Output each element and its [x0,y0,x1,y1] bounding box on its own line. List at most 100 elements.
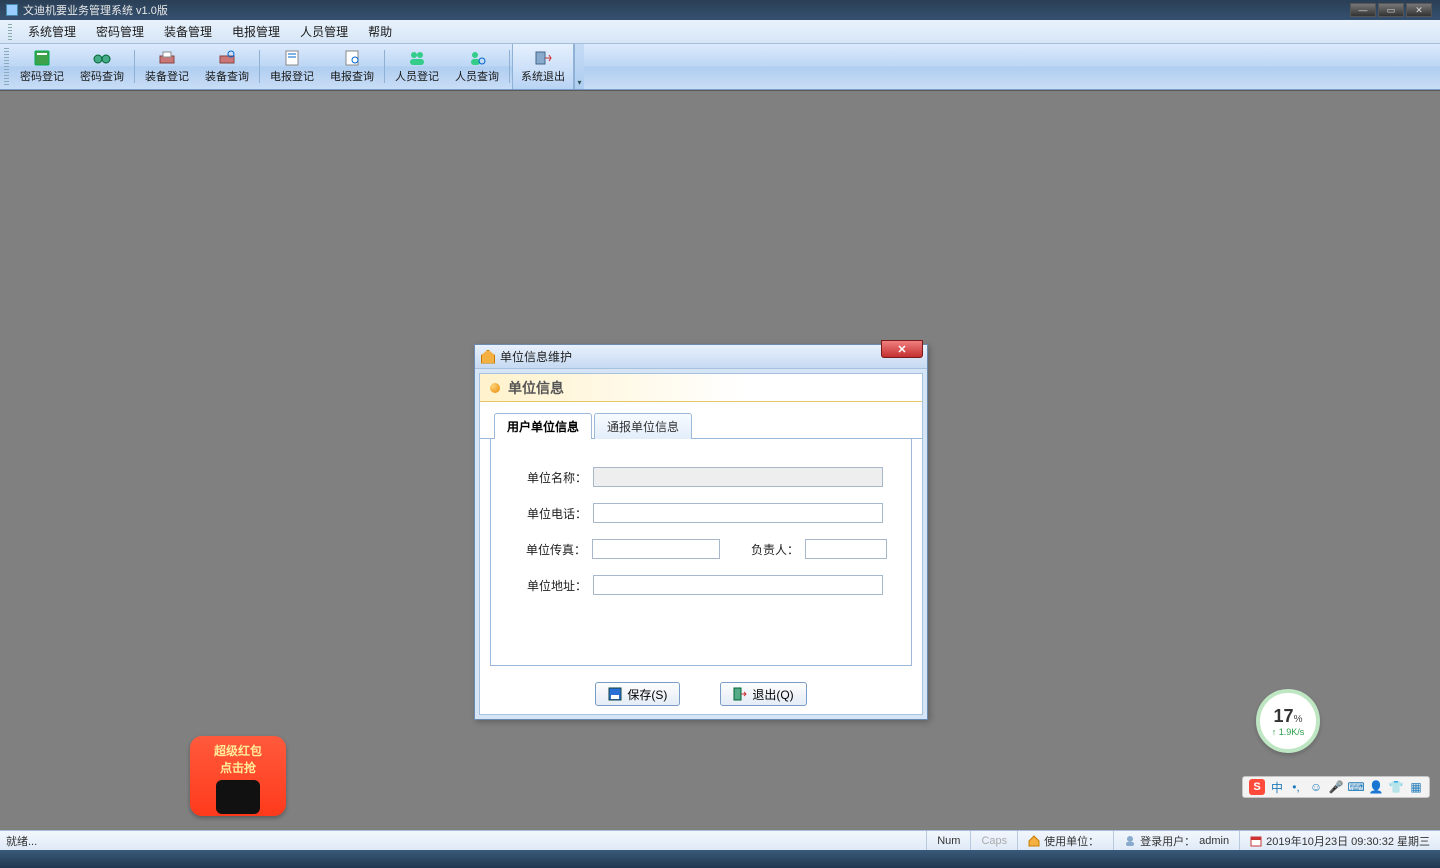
app-title: 文迪机要业务管理系统 v1.0版 [23,2,168,18]
calendar-icon [1250,835,1262,847]
label-leader: 负责人： [732,541,799,558]
menubar-gripper [8,24,12,40]
tb-equipment-register[interactable]: 装备登记 [137,44,197,89]
person-search-icon [467,49,487,67]
dialog-close-button[interactable]: ✕ [881,340,923,358]
ime-tool-icon[interactable]: ▦ [1409,780,1423,794]
exit-button[interactable]: 退出(Q) [720,682,806,706]
people-icon [407,49,427,67]
menu-personnel[interactable]: 人员管理 [290,20,358,43]
status-caps: Caps [970,831,1017,850]
tab-report-unit[interactable]: 通报单位信息 [594,413,692,439]
sogou-logo-icon[interactable]: S [1249,779,1265,795]
status-num: Num [926,831,970,850]
cat-icon [216,780,260,814]
tb-label: 电报查询 [330,68,374,84]
book-icon [32,49,52,67]
ime-mic-icon[interactable]: 🎤 [1329,780,1343,794]
network-speed-widget[interactable]: 17% ↑ 1.9K/s [1256,689,1320,753]
tb-personnel-query[interactable]: 人员查询 [447,44,507,89]
tb-system-exit[interactable]: 系统退出 [512,44,574,89]
label-unit-phone: 单位电话： [515,505,587,522]
unit-info-dialog: 单位信息维护 ✕ 单位信息 用户单位信息 通报单位信息 单位名称： 单位电话： [474,344,928,720]
toolbar-overflow[interactable]: ▾ [574,44,584,89]
menu-password[interactable]: 密码管理 [86,20,154,43]
save-icon [608,687,622,701]
save-label: 保存(S) [627,686,667,703]
promo-ad[interactable]: 超级红包 点击抢 [190,736,286,816]
dialog-body: 单位信息 用户单位信息 通报单位信息 单位名称： 单位电话： 单位传真： 负 [479,373,923,715]
ime-face-icon[interactable]: ☺ [1309,780,1323,794]
status-unit: 使用单位： [1017,831,1113,850]
input-unit-fax[interactable] [592,539,720,559]
statusbar: 就绪... Num Caps 使用单位： 登录用户： admin 2019年10… [0,830,1440,850]
toolbar-separator [259,50,260,83]
ime-lang[interactable]: 中 [1271,779,1283,796]
form-area: 单位名称： 单位电话： 单位传真： 负责人： 单位地址： [490,439,912,666]
toolbar: 密码登记 密码查询 装备登记 装备查询 电报登记 电报查询 人员登记 人员查询 … [0,44,1440,90]
bullet-icon [490,383,500,393]
os-taskbar[interactable] [0,850,1440,868]
net-speed: 1.9K/s [1279,727,1305,737]
toolbar-separator [384,50,385,83]
menu-system[interactable]: 系统管理 [18,20,86,43]
tb-label: 密码查询 [80,68,124,84]
net-percent-unit: % [1294,714,1303,725]
input-unit-addr[interactable] [593,575,883,595]
tb-equipment-query[interactable]: 装备查询 [197,44,257,89]
dialog-buttons: 保存(S) 退出(Q) [480,674,922,714]
input-unit-phone[interactable] [593,503,883,523]
app-titlebar: 文迪机要业务管理系统 v1.0版 [0,0,168,20]
tb-telegram-query[interactable]: 电报查询 [322,44,382,89]
status-user: 登录用户： admin [1113,831,1239,850]
home-icon [1028,835,1040,847]
mdi-workspace: 单位信息维护 ✕ 单位信息 用户单位信息 通报单位信息 单位名称： 单位电话： [0,90,1440,838]
input-leader[interactable] [805,539,887,559]
menu-telegram[interactable]: 电报管理 [222,20,290,43]
binoculars-icon [92,49,112,67]
section-title: 单位信息 [508,378,564,398]
os-minimize-button[interactable]: — [1350,3,1376,17]
os-maximize-button[interactable]: ▭ [1378,3,1404,17]
home-icon [481,350,495,364]
os-close-button[interactable]: ✕ [1406,3,1432,17]
net-percent: 17 [1274,706,1294,726]
document-icon [282,49,302,67]
section-header: 单位信息 [480,374,922,402]
tb-telegram-register[interactable]: 电报登记 [262,44,322,89]
ime-person-icon[interactable]: 👤 [1369,780,1383,794]
printer-search-icon [217,49,237,67]
tb-label: 电报登记 [270,68,314,84]
tab-user-unit[interactable]: 用户单位信息 [494,413,592,439]
menubar: 系统管理 密码管理 装备管理 电报管理 人员管理 帮助 [0,20,1440,44]
toolbar-separator [134,50,135,83]
tabs: 用户单位信息 通报单位信息 [480,402,922,439]
document-search-icon [342,49,362,67]
ime-punct-icon[interactable]: •, [1289,780,1303,794]
tb-label: 装备查询 [205,68,249,84]
promo-line1: 超级红包 [214,742,262,759]
exit-door-icon [733,687,747,701]
toolbar-gripper [4,48,9,85]
tb-label: 人员登记 [395,68,439,84]
menu-equipment[interactable]: 装备管理 [154,20,222,43]
os-titlebar: — ▭ ✕ [0,0,1440,20]
input-unit-name[interactable] [593,467,883,487]
tb-personnel-register[interactable]: 人员登记 [387,44,447,89]
label-unit-addr: 单位地址： [515,577,587,594]
ime-toolbar[interactable]: S 中 •, ☺ 🎤 ⌨ 👤 👕 ▦ [1242,776,1430,798]
toolbar-separator [509,50,510,83]
user-icon [1124,835,1136,847]
tb-label: 密码登记 [20,68,64,84]
dialog-titlebar[interactable]: 单位信息维护 ✕ [475,345,927,369]
menu-help[interactable]: 帮助 [358,20,402,43]
tb-label: 系统退出 [521,68,565,84]
tb-password-query[interactable]: 密码查询 [72,44,132,89]
save-button[interactable]: 保存(S) [595,682,680,706]
tb-password-register[interactable]: 密码登记 [12,44,72,89]
status-ready: 就绪... [0,833,926,849]
tb-label: 人员查询 [455,68,499,84]
ime-skin-icon[interactable]: 👕 [1389,780,1403,794]
ime-keyboard-icon[interactable]: ⌨ [1349,780,1363,794]
status-datetime: 2019年10月23日 09:30:32 星期三 [1239,831,1440,850]
